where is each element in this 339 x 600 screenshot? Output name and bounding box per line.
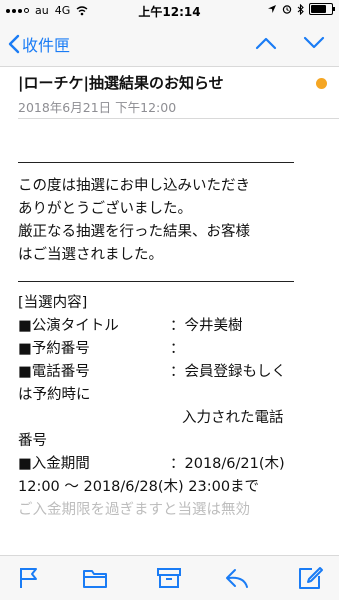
nav-bar: 收件匣 [0, 22, 339, 67]
detail-label: ■公演タイトル [18, 318, 119, 334]
detail-label: ■予約番号 [18, 341, 90, 357]
unread-flag-dot [316, 78, 327, 89]
section-header: [当選内容] [18, 295, 88, 311]
body-line: はご当選されました。 [18, 247, 163, 263]
detail-row: ■入金期間 ：2018/6/21(木) [18, 453, 328, 476]
body-line: 厳正なる抽選を行った結果、お客様 [18, 224, 250, 240]
status-right [267, 3, 335, 15]
detail-row: ■公演タイトル ：今井美樹 [18, 315, 328, 338]
detail-value: ：会員登録もしく [170, 364, 286, 380]
compose-icon[interactable] [298, 566, 324, 590]
message-header: |ローチケ|抽選結果のお知らせ 2018年6月21日 下午12:00 [18, 72, 328, 116]
detail-row: ■電話番号 ：会員登録もしく [18, 361, 328, 384]
body-line: は予約時に [18, 387, 91, 403]
chevron-left-icon [8, 34, 20, 54]
battery-icon [309, 3, 335, 15]
separator-line [18, 281, 294, 282]
message-nav-arrows [255, 36, 325, 50]
detail-value: ：今井美樹 [170, 318, 243, 334]
back-button[interactable]: 收件匣 [8, 32, 70, 56]
separator-line [18, 162, 294, 163]
body-line-faded: ご入金期限を過ぎますと当選は無効 [18, 502, 250, 518]
back-label: 收件匣 [22, 36, 71, 55]
body-line: ありがとうございました。 [18, 201, 192, 217]
detail-row: ■予約番号 ： [18, 338, 328, 361]
folder-icon[interactable] [82, 566, 108, 590]
reply-icon[interactable] [224, 566, 250, 590]
archive-icon[interactable] [156, 566, 182, 590]
header-divider [18, 118, 339, 119]
message-subject: |ローチケ|抽選結果のお知らせ [18, 74, 224, 92]
previous-message-button[interactable] [255, 36, 277, 50]
detail-label: ■入金期間 [18, 456, 90, 472]
detail-value: ： [170, 341, 185, 357]
message-body: この度は抽選にお申し込みいただき ありがとうございました。 厳正なる抽選を行った… [18, 162, 328, 522]
bottom-toolbar [0, 555, 339, 600]
body-line: 番号 [18, 433, 47, 449]
alarm-icon [282, 5, 292, 14]
flag-icon[interactable] [16, 566, 42, 590]
status-bar: au 4G 上午12:14 [0, 0, 339, 22]
next-message-button[interactable] [303, 36, 325, 50]
message-date: 2018年6月21日 下午12:00 [18, 100, 177, 115]
location-icon [268, 5, 276, 13]
bluetooth-icon [297, 3, 304, 15]
body-line: 12:00 ～ 2018/6/28(木) 23:00まで [18, 479, 260, 495]
detail-value: ：2018/6/21(木) [170, 456, 285, 472]
body-line: 入力された電話 [182, 410, 284, 426]
body-line: この度は抽選にお申し込みいただき [18, 178, 250, 194]
detail-label: ■電話番号 [18, 364, 90, 380]
